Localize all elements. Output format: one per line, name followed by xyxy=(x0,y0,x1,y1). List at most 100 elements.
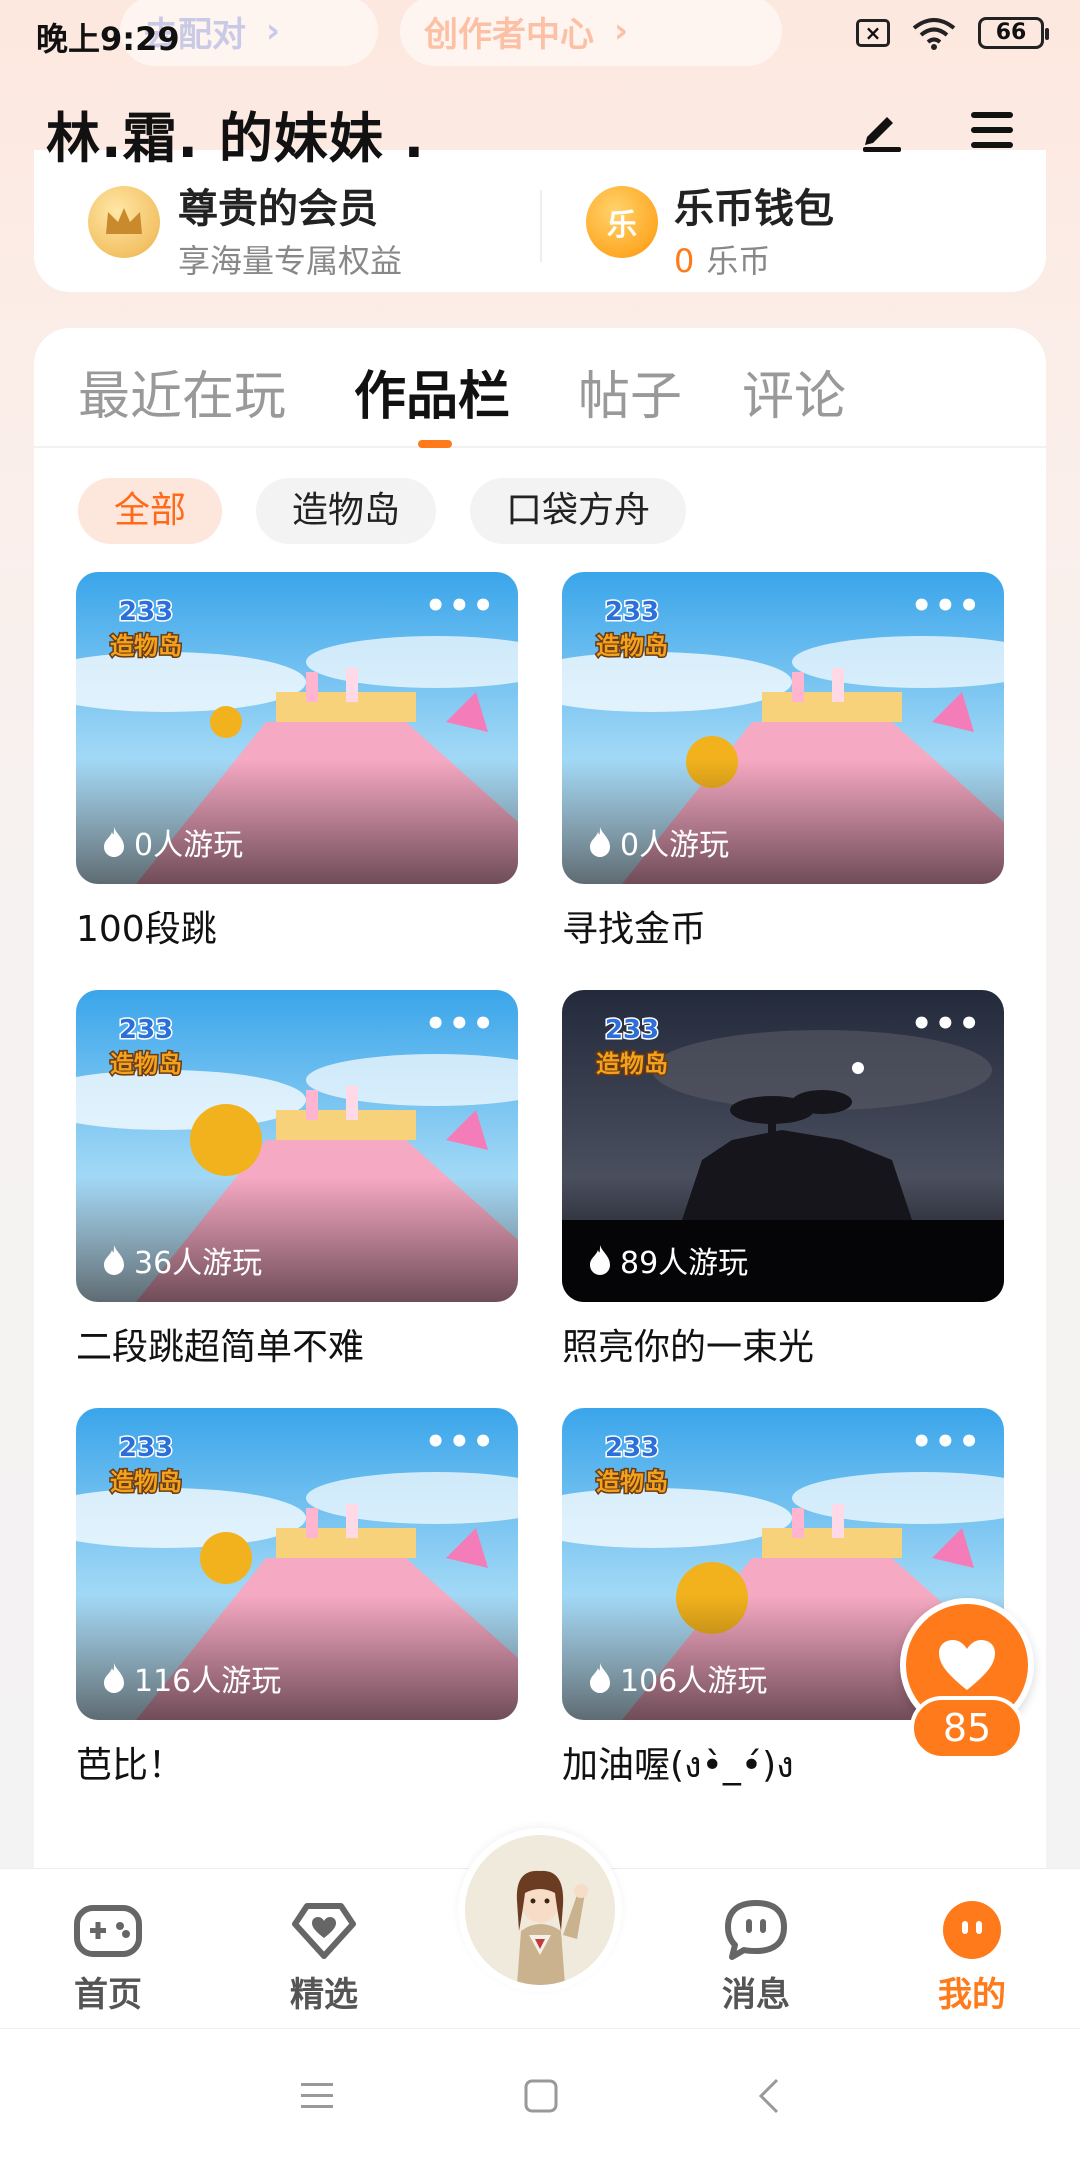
heart-badge-icon xyxy=(292,1903,356,1959)
divider xyxy=(540,190,542,262)
edit-icon xyxy=(863,117,901,152)
play-count-text: 0人游玩 xyxy=(620,828,730,863)
play-count-text: 106人游玩 xyxy=(620,1664,768,1699)
play-count: 0人游玩 xyxy=(588,820,729,864)
work-thumbnail[interactable]: 233 造物岛 ••• 0人游玩 xyxy=(76,572,518,884)
flame-icon xyxy=(104,1245,124,1275)
wallet-balance: 0 乐币 xyxy=(674,236,770,282)
svg-text:233: 233 xyxy=(605,597,659,627)
hamburger-icon xyxy=(971,112,1013,148)
vip-subtitle: 享海量专属权益 xyxy=(178,242,403,280)
back-chevron-icon xyxy=(758,2078,779,2114)
work-title[interactable]: 100段跳 xyxy=(76,900,518,952)
work-thumbnail[interactable]: 233 造物岛 ••• 89人游玩 xyxy=(562,990,1004,1302)
more-options-button[interactable]: ••• xyxy=(425,1422,496,1462)
play-count: 0人游玩 xyxy=(102,820,243,864)
svg-text:造物岛: 造物岛 xyxy=(596,1468,668,1496)
wallet-unit: 乐币 xyxy=(706,242,771,280)
filter-all[interactable]: 全部 xyxy=(78,478,223,544)
svg-text:233: 233 xyxy=(605,1015,659,1045)
tab-indicator xyxy=(418,440,452,448)
nav-messages[interactable]: 消息 xyxy=(696,1897,816,2016)
back-system-button[interactable] xyxy=(744,2071,794,2121)
no-sim-icon: × xyxy=(856,19,890,47)
flame-icon xyxy=(104,827,124,857)
nav-featured[interactable]: 精选 xyxy=(264,1897,384,2016)
more-options-button[interactable]: ••• xyxy=(425,586,496,626)
square-home-icon xyxy=(524,2079,558,2113)
battery-indicator: 66 xyxy=(978,17,1049,49)
flame-icon xyxy=(590,1245,610,1275)
work-title[interactable]: 二段跳超简单不难 xyxy=(76,1318,518,1370)
flame-icon xyxy=(590,827,610,857)
work-card[interactable]: 233 造物岛 ••• 0人游玩 100段跳 xyxy=(76,572,518,952)
nav-mine-label: 我的 xyxy=(938,1975,1006,2015)
like-count: 85 xyxy=(910,1696,1024,1760)
work-thumbnail[interactable]: 233 造物岛 ••• 116人游玩 xyxy=(76,1408,518,1720)
more-options-button[interactable]: ••• xyxy=(911,1004,982,1044)
work-card[interactable]: 233 造物岛 ••• 116人游玩 芭比！ xyxy=(76,1408,518,1788)
filter-chips: 全部 造物岛 口袋方舟 xyxy=(78,478,687,544)
le-coin-icon: 乐 xyxy=(586,186,658,258)
heart-icon xyxy=(939,1640,995,1690)
nav-messages-label: 消息 xyxy=(722,1975,790,2015)
profile-tabs: 最近在玩 作品栏 帖子 评论 xyxy=(34,328,1046,448)
zaowudao-logo: 233 造物岛 xyxy=(586,592,678,664)
tab-posts[interactable]: 帖子 xyxy=(578,354,682,429)
filter-pocket-ark[interactable]: 口袋方舟 xyxy=(470,478,687,544)
profile-header: 林.霜. 的妹妹 . xyxy=(0,66,1080,186)
tab-recently-played[interactable]: 最近在玩 xyxy=(78,354,286,429)
zaowudao-logo: 233 造物岛 xyxy=(100,592,192,664)
tab-comments[interactable]: 评论 xyxy=(742,354,846,429)
nav-featured-label: 精选 xyxy=(290,1975,358,2015)
recent-apps-button[interactable] xyxy=(292,2071,342,2121)
svg-text:造物岛: 造物岛 xyxy=(110,1468,182,1496)
svg-text:233: 233 xyxy=(119,597,173,627)
zaowudao-logo: 233 造物岛 xyxy=(586,1010,678,1082)
work-title[interactable]: 寻找金币 xyxy=(562,900,1004,952)
work-title[interactable]: 芭比！ xyxy=(76,1736,518,1788)
crown-icon xyxy=(88,186,160,258)
zaowudao-logo: 233 造物岛 xyxy=(586,1428,678,1500)
avatar xyxy=(465,1835,615,1985)
filter-zaowudao[interactable]: 造物岛 xyxy=(256,478,437,544)
more-options-button[interactable]: ••• xyxy=(425,1004,496,1044)
work-card[interactable]: 233 造物岛 ••• 36人游玩 二段跳超简单不难 xyxy=(76,990,518,1370)
work-title[interactable]: 照亮你的一束光 xyxy=(562,1318,1004,1370)
svg-text:造物岛: 造物岛 xyxy=(110,1050,182,1078)
work-thumbnail[interactable]: 233 造物岛 ••• 36人游玩 xyxy=(76,990,518,1302)
svg-text:233: 233 xyxy=(119,1015,173,1045)
username: 林.霜. 的妹妹 . xyxy=(46,107,426,170)
avatar-button[interactable] xyxy=(458,1828,622,1992)
zaowudao-logo: 233 造物岛 xyxy=(100,1428,192,1500)
play-count-text: 89人游玩 xyxy=(620,1246,749,1281)
play-count: 36人游玩 xyxy=(102,1238,262,1282)
menu-button[interactable] xyxy=(962,100,1022,160)
recents-icon xyxy=(301,2083,333,2108)
play-count: 106人游玩 xyxy=(588,1656,767,1700)
play-count-text: 0人游玩 xyxy=(134,828,244,863)
work-thumbnail[interactable]: 233 造物岛 ••• 0人游玩 xyxy=(562,572,1004,884)
system-nav-bar xyxy=(0,2028,1080,2160)
svg-text:造物岛: 造物岛 xyxy=(596,632,668,660)
zaowudao-logo: 233 造物岛 xyxy=(100,1010,192,1082)
work-card[interactable]: 233 造物岛 ••• 89人游玩 照亮你的一束光 xyxy=(562,990,1004,1370)
edit-profile-button[interactable] xyxy=(852,100,912,160)
play-count: 116人游玩 xyxy=(102,1656,281,1700)
wallet-amount: 0 xyxy=(674,242,695,280)
tab-works[interactable]: 作品栏 xyxy=(354,354,510,429)
home-system-button[interactable] xyxy=(516,2071,566,2121)
profile-face-icon xyxy=(943,1901,1001,1959)
work-card[interactable]: 233 造物岛 ••• 0人游玩 寻找金币 xyxy=(562,572,1004,952)
svg-text:造物岛: 造物岛 xyxy=(110,632,182,660)
status-time: 晚上9:29 xyxy=(36,20,180,58)
more-options-button[interactable]: ••• xyxy=(911,586,982,626)
nav-home-label: 首页 xyxy=(74,1975,142,2015)
chat-icon xyxy=(725,1900,787,1960)
gamepad-icon xyxy=(74,1905,142,1957)
content-card: 最近在玩 作品栏 帖子 评论 全部 造物岛 口袋方舟 233 造物岛 ••• 0… xyxy=(34,328,1046,1868)
nav-mine[interactable]: 我的 xyxy=(912,1897,1032,2016)
svg-text:233: 233 xyxy=(605,1433,659,1463)
more-options-button[interactable]: ••• xyxy=(911,1422,982,1462)
nav-home[interactable]: 首页 xyxy=(48,1897,168,2016)
